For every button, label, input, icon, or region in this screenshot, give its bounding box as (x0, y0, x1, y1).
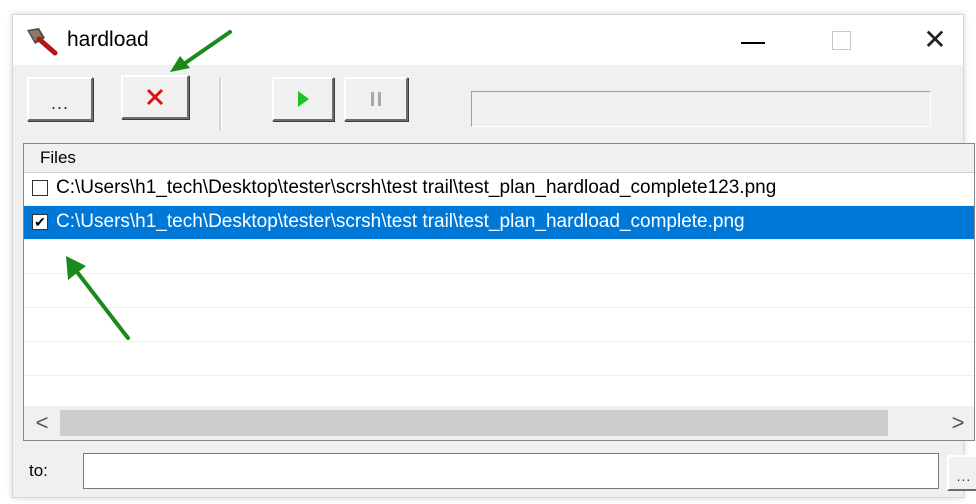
play-icon (298, 91, 309, 107)
file-list[interactable]: Files C:\Users\h1_tech\Desktop\tester\sc… (23, 143, 975, 441)
scrollbar-thumb[interactable] (60, 410, 888, 436)
browse-files-label: ... (50, 92, 69, 113)
horizontal-scrollbar[interactable]: < > (24, 406, 974, 440)
browse-files-button[interactable]: ... (27, 77, 93, 121)
file-checkbox[interactable]: ✔ (32, 214, 48, 230)
browse-destination-button[interactable]: ... (947, 455, 976, 491)
close-icon: ✕ (923, 24, 947, 55)
empty-row (24, 274, 974, 308)
pause-download-button[interactable] (344, 77, 408, 121)
remove-file-button[interactable] (121, 75, 189, 119)
app-window: hardload ✕ ... Files C:\Users\h1_tech\De… (12, 14, 976, 498)
empty-row (24, 240, 974, 274)
scroll-left-button[interactable]: < (26, 406, 58, 440)
pause-icon (371, 92, 381, 106)
maximize-button[interactable] (813, 15, 869, 65)
destination-label: to: (29, 461, 48, 480)
progress-bar (471, 91, 931, 127)
maximize-icon (831, 30, 851, 50)
file-path: C:\Users\h1_tech\Desktop\tester\scrsh\te… (56, 177, 777, 198)
chevron-right-icon: > (951, 410, 965, 435)
shovel-icon (27, 28, 58, 56)
toolbar-separator (219, 77, 222, 131)
annotation-arrow-icon (66, 256, 130, 340)
window-title: hardload (67, 28, 149, 51)
destination-input[interactable] (83, 453, 939, 489)
file-checkbox[interactable] (32, 180, 48, 196)
browse-destination-label: ... (956, 468, 972, 484)
annotation-arrow-icon (170, 30, 232, 72)
files-header-label: Files (40, 148, 76, 167)
files-column-header[interactable]: Files (24, 144, 974, 173)
title-bar[interactable]: hardload ✕ (13, 15, 963, 65)
minimize-button[interactable] (725, 15, 781, 65)
start-download-button[interactable] (272, 77, 334, 121)
file-path: C:\Users\h1_tech\Desktop\tester\scrsh\te… (56, 211, 745, 232)
remove-x-icon (146, 88, 164, 106)
minimize-icon (741, 42, 765, 44)
close-button[interactable]: ✕ (907, 15, 963, 65)
scroll-right-button[interactable]: > (942, 406, 974, 440)
empty-row (24, 308, 974, 342)
file-row[interactable]: ✔ C:\Users\h1_tech\Desktop\tester\scrsh\… (24, 206, 974, 240)
file-row[interactable]: C:\Users\h1_tech\Desktop\tester\scrsh\te… (24, 172, 974, 206)
empty-row (24, 342, 974, 376)
chevron-left-icon: < (35, 410, 49, 435)
